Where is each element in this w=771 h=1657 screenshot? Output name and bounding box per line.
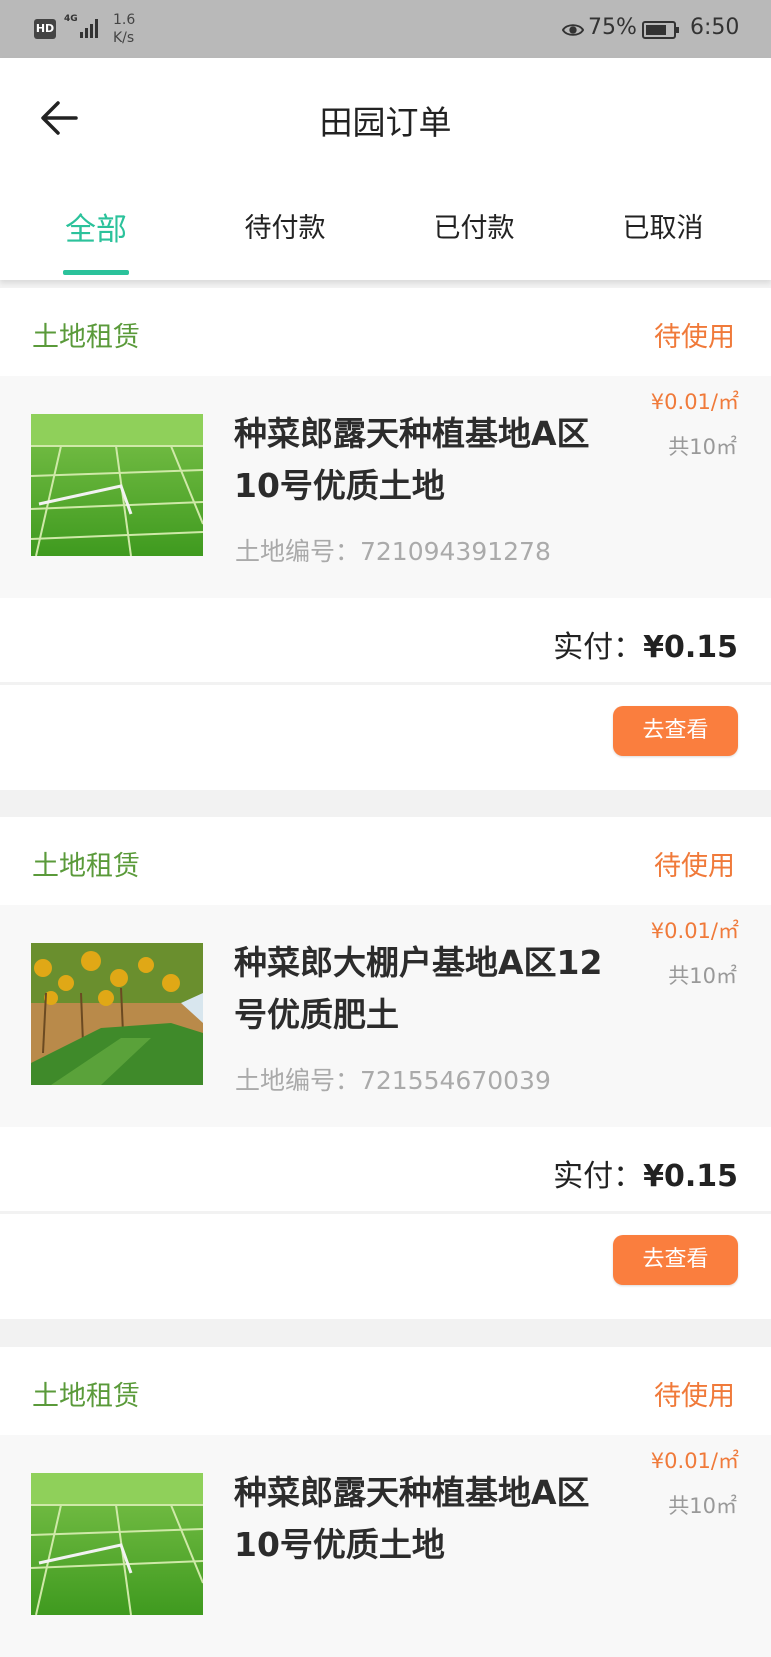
tab-paid[interactable]: 已付款: [378, 206, 570, 245]
order-header: 土地租赁 待使用: [0, 817, 771, 905]
page-title: 田园订单: [319, 103, 452, 142]
tab-pending-payment[interactable]: 待付款: [189, 206, 381, 245]
land-area: 共10㎡: [668, 964, 737, 988]
network-type: 4G: [64, 14, 78, 24]
order-header: 土地租赁 待使用: [0, 1347, 771, 1435]
product-row[interactable]: 种菜郎露天种植基地A区10号优质土地 ¥0.01/㎡ 共10㎡: [0, 1435, 771, 1657]
order-card: 土地租赁 待使用 种菜郎露天种植基地A区10号优质土地 ¥0.01/㎡ 共10㎡: [0, 1347, 771, 1657]
actual-paid: 实付：¥0.15: [553, 1159, 738, 1194]
land-number: 土地编号：721094391278: [235, 537, 551, 566]
payment-row: 实付：¥0.15: [0, 1127, 771, 1214]
order-header: 土地租赁 待使用: [0, 288, 771, 376]
order-category: 土地租赁: [32, 1381, 140, 1412]
land-thumbnail: [31, 1473, 203, 1615]
paid-amount: ¥0.15: [643, 630, 738, 665]
unit-price: ¥0.01/㎡: [650, 919, 739, 943]
battery-percent: 75%: [588, 15, 637, 40]
land-name: 种菜郎大棚户基地A区12号优质肥土: [234, 943, 603, 1034]
view-order-button[interactable]: 去查看: [613, 706, 738, 756]
paid-amount: ¥0.15: [643, 1159, 738, 1194]
actual-paid: 实付：¥0.15: [553, 630, 738, 665]
land-name: 种菜郎露天种植基地A区10号优质土地: [234, 1473, 590, 1564]
battery-icon: [642, 21, 679, 39]
view-order-button[interactable]: 去查看: [613, 1235, 738, 1285]
order-card: 土地租赁 待使用 种菜郎大棚户基地A区12号优质肥土 土地编号：72155467…: [0, 817, 771, 1319]
product-row[interactable]: 种菜郎大棚户基地A区12号优质肥土 土地编号：721554670039 ¥0.0…: [0, 905, 771, 1127]
hd-icon: HD: [34, 19, 56, 39]
land-area: 共10㎡: [668, 1494, 737, 1518]
status-bar: HD 4G 1.6 K/s 75% 6:50: [0, 0, 771, 58]
eye-comfort-icon: [562, 24, 584, 36]
land-number: 土地编号：721554670039: [235, 1066, 551, 1095]
order-category: 土地租赁: [32, 851, 140, 882]
order-status: 待使用: [654, 1381, 735, 1412]
tab-cancelled[interactable]: 已取消: [567, 206, 759, 245]
active-tab-indicator: [63, 270, 129, 275]
signal-icon: 4G: [64, 14, 102, 40]
order-card: 土地租赁 待使用 种菜郎露天种植基地A区10号优质土地 土地编号：7210943…: [0, 288, 771, 790]
order-category: 土地租赁: [32, 322, 140, 353]
app-header: 田园订单 全部 待付款 已付款 已取消: [0, 58, 771, 280]
unit-price: ¥0.01/㎡: [650, 1449, 739, 1473]
land-thumbnail: [31, 414, 203, 556]
product-row[interactable]: 种菜郎露天种植基地A区10号优质土地 土地编号：721094391278 ¥0.…: [0, 376, 771, 598]
land-thumbnail: [31, 943, 203, 1085]
order-status: 待使用: [654, 851, 735, 882]
order-status: 待使用: [654, 322, 735, 353]
land-name: 种菜郎露天种植基地A区10号优质土地: [234, 414, 590, 505]
payment-row: 实付：¥0.15: [0, 598, 771, 685]
tab-all[interactable]: 全部: [0, 204, 192, 249]
order-tabs: 全部 待付款 已付款 已取消: [0, 206, 771, 280]
unit-price: ¥0.01/㎡: [650, 390, 739, 414]
land-area: 共10㎡: [668, 435, 737, 459]
network-speed: 1.6 K/s: [113, 12, 136, 46]
clock: 6:50: [690, 15, 740, 40]
